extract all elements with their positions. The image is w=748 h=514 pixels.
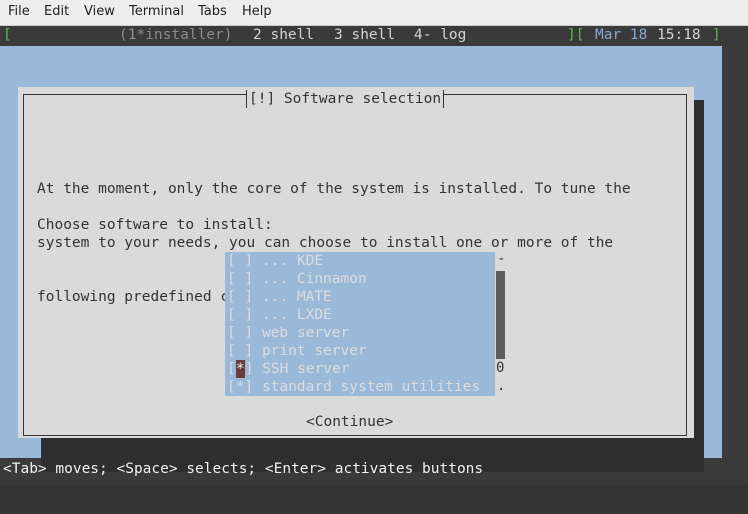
tab-shell-3[interactable]: 3 shell bbox=[334, 26, 395, 44]
tabbar-right-bracket-close: ] bbox=[712, 27, 721, 43]
list-scrollbar[interactable] bbox=[496, 271, 505, 359]
checkbox[interactable]: [*] bbox=[227, 379, 253, 395]
scroll-position-marker: 0 bbox=[496, 360, 505, 376]
tab-installer[interactable]: (1*installer) bbox=[119, 26, 233, 44]
option-print-server[interactable]: [ ] print server bbox=[227, 342, 495, 360]
tabbar-date: Mar 18 bbox=[595, 27, 648, 43]
option-label: ... KDE bbox=[261, 253, 324, 269]
option-standard-utilities[interactable]: [*] standard system utilities bbox=[227, 378, 495, 396]
help-bar: <Tab> moves; <Space> selects; <Enter> ac… bbox=[0, 460, 722, 478]
option-label: print server bbox=[261, 343, 367, 359]
option-label: ... MATE bbox=[261, 289, 332, 305]
screen-tab-bar: [ (1*installer) 2 shell 3 shell 4- log ]… bbox=[0, 26, 748, 44]
tabbar-right-bracket-open: ][ bbox=[567, 27, 585, 43]
checkbox-focused[interactable]: [*] bbox=[227, 360, 253, 378]
option-label: ... LXDE bbox=[261, 307, 332, 323]
menu-terminal[interactable]: Terminal bbox=[129, 4, 184, 19]
menu-bar: File Edit View Terminal Tabs Help bbox=[0, 0, 748, 26]
option-label: standard system utilities bbox=[261, 379, 481, 395]
option-ssh-server[interactable]: [*] SSH server bbox=[227, 360, 495, 378]
checkbox[interactable]: [ ] bbox=[227, 271, 253, 287]
menu-tabs[interactable]: Tabs bbox=[198, 4, 227, 19]
checkbox[interactable]: [ ] bbox=[227, 253, 253, 269]
checkbox-bracket: [ bbox=[227, 361, 236, 377]
option-kde[interactable]: [ ] ... KDE bbox=[227, 252, 495, 270]
option-mate[interactable]: [ ] ... MATE bbox=[227, 288, 495, 306]
terminal-area[interactable]: [ (1*installer) 2 shell 3 shell 4- log ]… bbox=[0, 26, 748, 485]
option-label: ... Cinnamon bbox=[261, 271, 367, 287]
dialog-title: [!] Software selection bbox=[246, 90, 445, 108]
checkbox[interactable]: [ ] bbox=[227, 325, 253, 341]
tab-shell-2[interactable]: 2 shell bbox=[253, 26, 314, 44]
option-label: web server bbox=[261, 325, 350, 341]
scroll-top-marker: - bbox=[497, 251, 506, 267]
option-cinnamon[interactable]: [ ] ... Cinnamon bbox=[227, 270, 495, 288]
help-text: <Tab> moves; <Space> selects; <Enter> ac… bbox=[3, 461, 484, 477]
description-line: system to your needs, you can choose to … bbox=[37, 235, 614, 251]
cursor-block: * bbox=[235, 360, 245, 378]
description-line: At the moment, only the core of the syst… bbox=[37, 181, 631, 197]
option-lxde[interactable]: [ ] ... LXDE bbox=[227, 306, 495, 324]
menu-edit[interactable]: Edit bbox=[44, 4, 69, 19]
menu-file[interactable]: File bbox=[8, 4, 30, 19]
installer-screen: [!] Software selection At the moment, on… bbox=[0, 46, 722, 477]
menu-help[interactable]: Help bbox=[242, 4, 272, 19]
scroll-bottom-marker: . bbox=[497, 378, 506, 394]
choose-prompt: Choose software to install: bbox=[37, 217, 273, 233]
option-label: SSH server bbox=[262, 361, 350, 377]
checkbox[interactable]: [ ] bbox=[227, 307, 253, 323]
tabbar-left-bracket: [ bbox=[3, 27, 12, 43]
continue-button[interactable]: <Continue> bbox=[306, 413, 393, 431]
menu-view[interactable]: View bbox=[84, 4, 115, 19]
option-web-server[interactable]: [ ] web server bbox=[227, 324, 495, 342]
software-list[interactable]: [ ] ... KDE [ ] ... Cinnamon [ ] ... MAT… bbox=[225, 252, 495, 396]
checkbox[interactable]: [ ] bbox=[227, 343, 253, 359]
software-selection-dialog: [!] Software selection At the moment, on… bbox=[18, 87, 694, 438]
checkbox[interactable]: [ ] bbox=[227, 289, 253, 305]
tabbar-time: 15:18 bbox=[657, 27, 701, 43]
tab-log[interactable]: 4- log bbox=[414, 26, 466, 44]
